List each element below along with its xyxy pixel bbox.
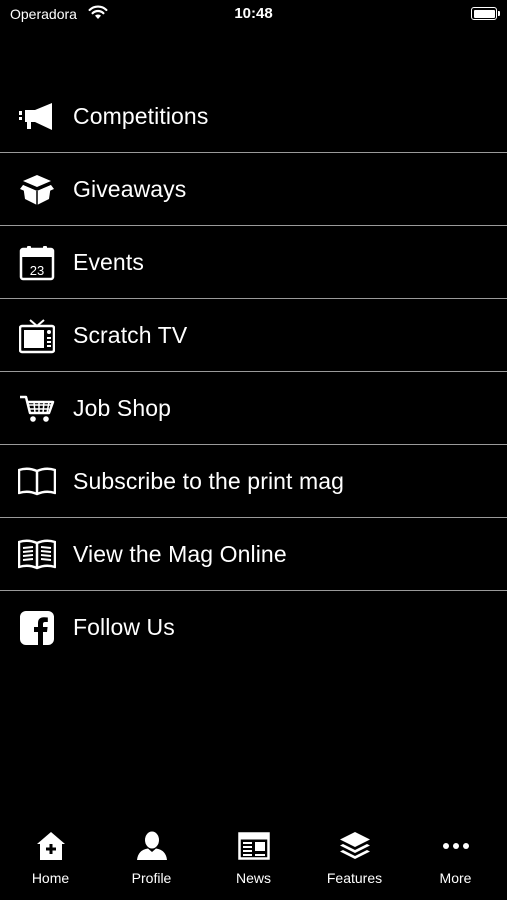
tab-home[interactable]: Home xyxy=(0,822,101,900)
tab-label: Profile xyxy=(131,870,172,886)
layers-icon xyxy=(339,830,371,862)
shopping-cart-icon xyxy=(18,390,56,428)
magazine-icon xyxy=(18,536,56,574)
menu-item-label: Giveaways xyxy=(73,175,187,202)
tab-bar: Home Profile News Features More xyxy=(0,822,507,900)
menu-item-label: Events xyxy=(73,248,144,275)
tab-label: News xyxy=(235,870,271,886)
menu-item-label: View the Mag Online xyxy=(73,540,287,567)
status-time: 10:48 xyxy=(234,5,273,22)
menu-item-view-mag-online[interactable]: View the Mag Online xyxy=(0,518,507,591)
tab-label: Features xyxy=(326,870,383,886)
tab-more[interactable]: More xyxy=(405,822,506,900)
user-icon xyxy=(136,830,168,862)
menu-list: Competitions Giveaways 23 Events Scratch… xyxy=(0,80,507,663)
menu-item-follow-us[interactable]: Follow Us xyxy=(0,591,507,663)
tab-features[interactable]: Features xyxy=(304,822,405,900)
menu-item-label: Competitions xyxy=(73,102,209,129)
facebook-icon xyxy=(18,609,56,647)
tab-profile[interactable]: Profile xyxy=(101,822,202,900)
menu-item-label: Follow Us xyxy=(73,613,175,640)
menu-item-competitions[interactable]: Competitions xyxy=(0,80,507,153)
home-icon xyxy=(35,830,67,862)
menu-item-label: Scratch TV xyxy=(73,321,188,348)
calendar-day: 23 xyxy=(30,263,44,278)
status-bar: Operadora 10:48 xyxy=(0,0,507,30)
open-box-icon xyxy=(18,171,56,209)
open-book-icon xyxy=(18,463,56,501)
menu-item-giveaways[interactable]: Giveaways xyxy=(0,153,507,226)
battery-icon xyxy=(471,7,500,20)
more-dots-icon xyxy=(440,830,472,862)
menu-item-label: Job Shop xyxy=(73,394,171,421)
menu-item-scratch-tv[interactable]: Scratch TV xyxy=(0,299,507,372)
megaphone-icon xyxy=(18,98,56,136)
menu-item-label: Subscribe to the print mag xyxy=(73,467,345,494)
tv-icon xyxy=(18,317,56,355)
tab-label: Home xyxy=(31,870,70,886)
tab-news[interactable]: News xyxy=(203,822,304,900)
tab-label: More xyxy=(439,870,472,886)
menu-item-job-shop[interactable]: Job Shop xyxy=(0,372,507,445)
newspaper-icon xyxy=(238,830,270,862)
menu-item-subscribe[interactable]: Subscribe to the print mag xyxy=(0,445,507,518)
calendar-icon: 23 xyxy=(18,244,56,282)
menu-item-events[interactable]: 23 Events xyxy=(0,226,507,299)
